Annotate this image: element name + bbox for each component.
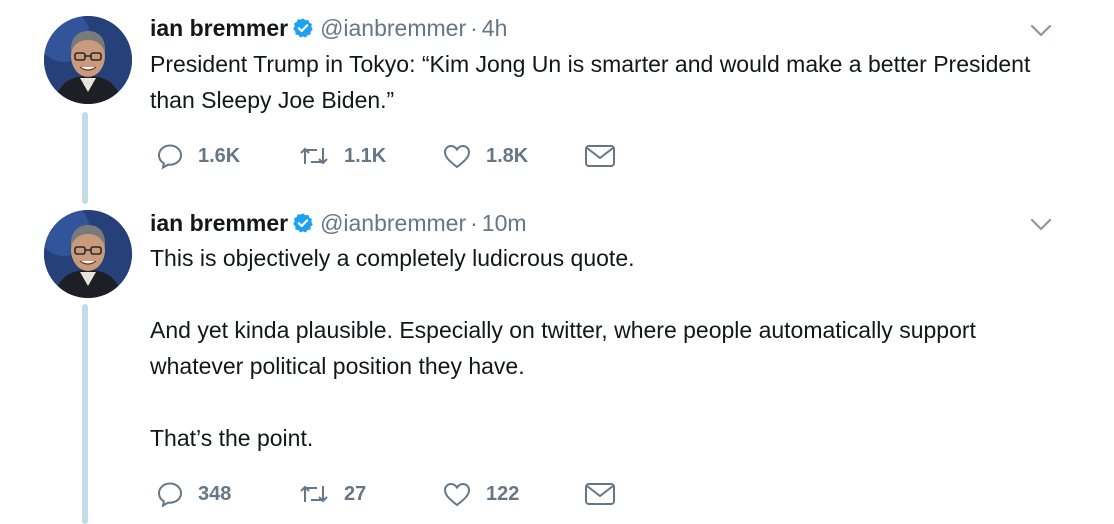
- tweet-text: President Trump in Tokyo: “Kim Jong Un i…: [150, 46, 1050, 118]
- reply-count: 1.6K: [198, 144, 241, 167]
- tweet[interactable]: ian bremmer @ianbremmer · 4h President Trum…: [0, 0, 1114, 200]
- like-button[interactable]: 122: [442, 479, 519, 509]
- reply-icon: [156, 480, 184, 508]
- retweet-button[interactable]: 27: [298, 479, 366, 509]
- user-handle[interactable]: @ianbremmer: [320, 210, 466, 236]
- chevron-down-icon[interactable]: [1030, 24, 1052, 43]
- tweet-paragraph: President Trump in Tokyo: “Kim Jong Un i…: [150, 51, 1031, 113]
- retweet-count: 27: [344, 482, 367, 505]
- display-name[interactable]: ian bremmer: [150, 15, 288, 41]
- like-button[interactable]: 1.8K: [442, 141, 528, 171]
- tweet[interactable]: ian bremmer @ianbremmer · 10m This is objec…: [0, 200, 1114, 524]
- separator-dot: ·: [470, 15, 478, 41]
- timestamp[interactable]: 10m: [482, 210, 527, 236]
- verified-badge-icon: [292, 212, 314, 240]
- retweet-button[interactable]: 1.1K: [298, 141, 386, 171]
- like-count: 122: [486, 482, 520, 505]
- like-count: 1.8K: [486, 144, 529, 167]
- display-name[interactable]: ian bremmer: [150, 210, 288, 236]
- user-handle[interactable]: @ianbremmer: [320, 15, 466, 41]
- retweet-icon: [298, 142, 330, 170]
- retweet-count: 1.1K: [344, 144, 387, 167]
- tweet-header: ian bremmer @ianbremmer · 10m: [150, 209, 527, 240]
- reply-count: 348: [198, 482, 232, 505]
- heart-icon: [442, 480, 472, 508]
- avatar[interactable]: [44, 16, 132, 104]
- envelope-icon: [584, 143, 616, 169]
- tweet-text: This is objectively a completely ludicro…: [150, 240, 1050, 456]
- envelope-icon: [584, 481, 616, 507]
- tweet-header: ian bremmer @ianbremmer · 4h: [150, 14, 507, 45]
- tweet-paragraph: And yet kinda plausible. Especially on t…: [150, 317, 976, 379]
- chevron-down-icon[interactable]: [1030, 218, 1052, 237]
- avatar[interactable]: [44, 210, 132, 298]
- timestamp[interactable]: 4h: [482, 15, 508, 41]
- retweet-icon: [298, 480, 330, 508]
- reply-button[interactable]: 348: [156, 479, 231, 509]
- tweet-paragraph: This is objectively a completely ludicro…: [150, 245, 635, 271]
- tweet-paragraph: That’s the point.: [150, 425, 314, 451]
- heart-icon: [442, 142, 472, 170]
- verified-badge-icon: [292, 17, 314, 45]
- separator-dot: ·: [470, 210, 478, 236]
- reply-icon: [156, 142, 184, 170]
- reply-button[interactable]: 1.6K: [156, 141, 240, 171]
- direct-message-button[interactable]: [584, 141, 616, 171]
- direct-message-button[interactable]: [584, 479, 616, 509]
